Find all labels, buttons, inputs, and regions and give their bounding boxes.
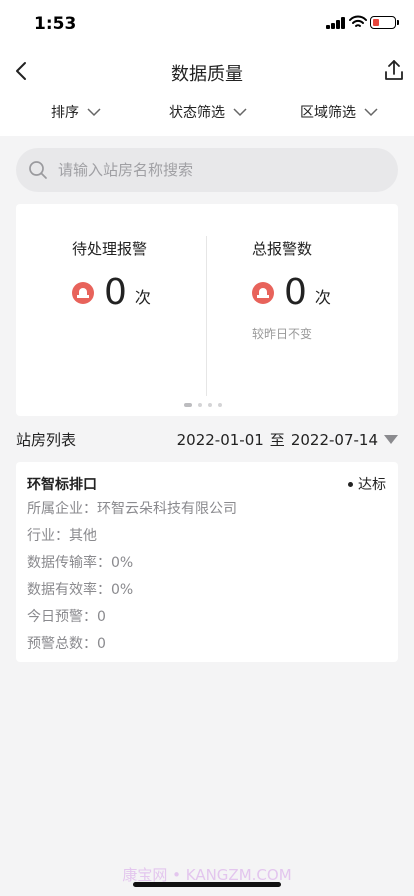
alarm-icon <box>252 282 274 304</box>
filter-bar: 排序 状态筛选 区域筛选 <box>0 94 414 136</box>
total-alarm-unit: 次 <box>314 288 331 307</box>
date-separator: 至 <box>269 431 285 449</box>
region-filter-label: 区域筛选 <box>300 105 356 121</box>
station-transmission-rate: 数据传输率：0% <box>27 555 134 571</box>
chevron-down-icon <box>233 108 247 117</box>
station-warnings-total: 预警总数：0 <box>27 636 106 652</box>
page-title: 数据质量 <box>171 64 243 85</box>
total-alarm-stat: 总报警数 0 次 较昨日不变 <box>252 238 331 342</box>
status-bar: 1:53 <box>0 0 414 48</box>
date-range-picker[interactable]: 2022-01-01 至 2022-07-14 <box>177 429 398 450</box>
nav-bar: 数据质量 <box>0 48 414 94</box>
search-input[interactable] <box>58 148 378 192</box>
station-name: 环智标排口 <box>27 477 97 493</box>
status-time: 1:53 <box>34 14 77 34</box>
station-list-title: 站房列表 <box>16 431 77 449</box>
station-industry: 行业：其他 <box>27 528 97 544</box>
alarm-icon <box>72 282 94 304</box>
pending-alarm-count: 0 <box>104 272 127 313</box>
page-indicator[interactable] <box>184 403 222 407</box>
pending-alarm-unit: 次 <box>134 288 151 307</box>
station-card[interactable]: 环智标排口 达标 所属企业：环智云朵科技有限公司 行业：其他 数据传输率：0% … <box>16 462 398 662</box>
pending-alarm-title: 待处理报警 <box>72 240 148 258</box>
page-dot <box>208 403 212 407</box>
page-dot <box>198 403 202 407</box>
search-icon <box>29 161 47 179</box>
status-filter-label: 状态筛选 <box>169 105 225 121</box>
dropdown-triangle-icon <box>384 435 398 444</box>
sort-filter[interactable]: 排序 <box>51 102 101 122</box>
chevron-down-icon <box>87 108 101 117</box>
share-icon[interactable] <box>380 57 408 85</box>
signal-icon <box>326 17 346 29</box>
station-status-label: 达标 <box>358 477 386 493</box>
home-indicator[interactable] <box>133 882 281 887</box>
battery-icon <box>370 16 399 29</box>
total-alarm-title: 总报警数 <box>252 240 313 258</box>
station-validity-rate: 数据有效率：0% <box>27 582 134 598</box>
station-warnings-today: 今日预警：0 <box>27 609 106 625</box>
stat-divider <box>206 236 207 396</box>
pending-alarm-stat: 待处理报警 0 次 <box>72 238 151 313</box>
total-alarm-count: 0 <box>284 272 307 313</box>
status-filter[interactable]: 状态筛选 <box>169 102 247 122</box>
status-dot <box>348 481 353 487</box>
station-company: 所属企业：环智云朵科技有限公司 <box>27 501 237 517</box>
alarm-stats-card[interactable]: 待处理报警 0 次 总报警数 0 次 较昨日不变 <box>16 204 398 416</box>
date-start: 2022-01-01 <box>176 430 264 449</box>
region-filter[interactable]: 区域筛选 <box>300 102 378 122</box>
page-dot <box>184 403 192 407</box>
search-bar[interactable] <box>16 148 398 192</box>
chevron-down-icon <box>364 108 378 117</box>
wifi-icon <box>349 15 367 27</box>
sort-filter-label: 排序 <box>51 105 79 121</box>
station-status: 达标 <box>348 474 386 494</box>
page-dot <box>218 403 222 407</box>
date-end: 2022-07-14 <box>290 430 378 449</box>
total-alarm-compare: 较昨日不变 <box>252 327 313 341</box>
